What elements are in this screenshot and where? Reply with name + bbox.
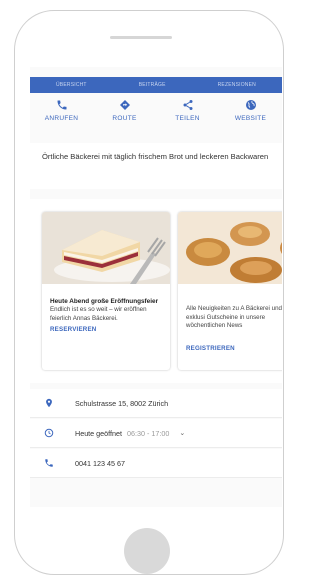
post-card[interactable]: Alle Neuigkeiten zu A Bäckerei und exklu… bbox=[178, 212, 282, 370]
address-row[interactable]: Schulstrasse 15, 8002 Zürich bbox=[30, 389, 282, 417]
post-body: Endlich ist es so weit – wir eröffnen fe… bbox=[50, 306, 147, 322]
post-title bbox=[178, 289, 282, 297]
tab-bar: ÜBERSICHT BEITRÄGE REZENSIONEN bbox=[30, 77, 282, 93]
clock-icon bbox=[44, 428, 54, 438]
divider bbox=[30, 477, 282, 478]
post-title: Heute Abend große Eröffnungsfeier bbox=[50, 298, 159, 305]
action-row: ANRUFEN ROUTE TEILEN WEBSITE bbox=[30, 99, 282, 133]
share-label: TEILEN bbox=[175, 115, 200, 122]
tab-overview[interactable]: ÜBERSICHT bbox=[56, 82, 87, 88]
website-button[interactable]: WEBSITE bbox=[227, 99, 275, 133]
post-card[interactable]: Heute Abend große Eröffnungsfeier Endlic… bbox=[42, 212, 170, 370]
phone-speaker bbox=[110, 36, 172, 39]
call-label: ANRUFEN bbox=[44, 115, 79, 122]
divider bbox=[30, 447, 282, 448]
phone-icon bbox=[57, 100, 66, 110]
call-button[interactable]: ANRUFEN bbox=[38, 99, 86, 133]
phone-row[interactable]: 0041 123 45 67 bbox=[30, 449, 282, 477]
directions-icon bbox=[119, 100, 130, 110]
phone-number: 0041 123 45 67 bbox=[75, 458, 125, 468]
business-description: Örtliche Bäckerei mit täglich frischem B… bbox=[30, 143, 282, 189]
divider bbox=[30, 417, 282, 418]
route-button[interactable]: ROUTE bbox=[101, 99, 149, 133]
home-button[interactable] bbox=[124, 528, 170, 574]
phone-icon bbox=[45, 459, 53, 467]
reserve-button[interactable]: RESERVIEREN bbox=[42, 323, 170, 336]
website-label: WEBSITE bbox=[234, 115, 267, 122]
cake-image bbox=[42, 212, 170, 284]
register-button[interactable]: REGISTRIEREN bbox=[178, 342, 282, 355]
hours-row[interactable]: Heute geöffnet 06:30 - 17:00 ⌄ bbox=[30, 419, 282, 447]
pastry-image bbox=[178, 212, 282, 284]
tab-posts[interactable]: BEITRÄGE bbox=[139, 82, 166, 88]
location-pin-icon bbox=[46, 398, 52, 408]
hours-range: 06:30 - 17:00 bbox=[127, 428, 170, 438]
route-label: ROUTE bbox=[112, 115, 137, 122]
phone-frame: ÜBERSICHT BEITRÄGE REZENSIONEN ANRUFEN R… bbox=[14, 10, 284, 575]
hours-status: Heute geöffnet bbox=[75, 428, 123, 438]
chevron-down-icon[interactable]: ⌄ bbox=[179, 429, 185, 437]
posts-carousel[interactable]: Heute Abend große Eröffnungsfeier Endlic… bbox=[30, 199, 282, 383]
share-icon bbox=[183, 100, 192, 110]
tab-reviews[interactable]: REZENSIONEN bbox=[218, 82, 256, 88]
business-profile-screen: ÜBERSICHT BEITRÄGE REZENSIONEN ANRUFEN R… bbox=[30, 67, 282, 507]
globe-icon bbox=[245, 100, 256, 110]
address-text: Schulstrasse 15, 8002 Zürich bbox=[75, 398, 169, 408]
share-button[interactable]: TEILEN bbox=[164, 99, 212, 133]
post-body: Alle Neuigkeiten zu A Bäckerei und exklu… bbox=[186, 305, 282, 329]
